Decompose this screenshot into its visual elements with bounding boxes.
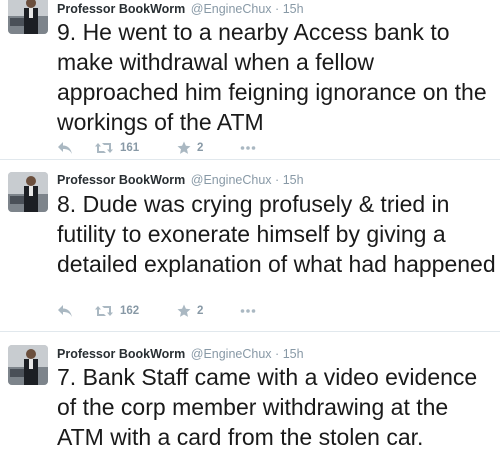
author-name[interactable]: Professor BookWorm: [57, 2, 185, 16]
author-username[interactable]: @EngineChux: [191, 173, 272, 187]
tweet-timestamp[interactable]: 15h: [283, 347, 304, 361]
avatar[interactable]: [8, 345, 48, 385]
more-options-button[interactable]: [240, 303, 256, 319]
reply-icon: [58, 305, 72, 317]
tweet-header: Professor BookWorm @EngineChux · 15h: [57, 1, 304, 17]
retweet-count: 162: [120, 305, 140, 317]
tweet-header: Professor BookWorm @EngineChux · 15h: [57, 172, 304, 188]
retweet-icon: [95, 306, 113, 316]
author-name[interactable]: Professor BookWorm: [57, 347, 185, 361]
favorite-count: 2: [197, 142, 204, 154]
more-options-button[interactable]: [240, 140, 256, 156]
avatar[interactable]: [8, 0, 48, 34]
separator-dot: ·: [275, 2, 280, 16]
reply-button[interactable]: [57, 303, 73, 319]
tweet[interactable]: Professor BookWorm @EngineChux · 15h 8. …: [0, 160, 500, 332]
retweet-icon: [95, 143, 113, 153]
tweet-text: 7. Bank Staff came with a video evidence…: [57, 364, 478, 450]
avatar[interactable]: [8, 172, 48, 212]
author-username[interactable]: @EngineChux: [191, 347, 272, 361]
separator-dot: ·: [275, 347, 280, 361]
retweet-button[interactable]: 161: [94, 140, 139, 156]
tweet-header: Professor BookWorm @EngineChux · 15h: [57, 346, 304, 362]
star-icon: [177, 141, 191, 154]
favorite-count: 2: [197, 305, 204, 317]
tweet-text: 8. Dude was crying profusely & tried in …: [57, 191, 496, 277]
retweet-count: 161: [120, 142, 140, 154]
more-icon: [240, 146, 256, 150]
separator-dot: ·: [275, 173, 280, 187]
tweet-timestamp[interactable]: 15h: [283, 2, 304, 16]
reply-button[interactable]: [57, 140, 73, 156]
author-name[interactable]: Professor BookWorm: [57, 173, 185, 187]
tweet-timestamp[interactable]: 15h: [283, 173, 304, 187]
retweet-button[interactable]: 162: [94, 303, 139, 319]
author-username[interactable]: @EngineChux: [191, 2, 272, 16]
tweet[interactable]: Professor BookWorm @EngineChux · 15h 7. …: [0, 332, 500, 450]
favorite-button[interactable]: 2: [177, 140, 203, 156]
reply-icon: [58, 142, 72, 154]
more-icon: [240, 309, 256, 313]
star-icon: [177, 304, 191, 317]
favorite-button[interactable]: 2: [177, 303, 203, 319]
tweet-text: 9. He went to a nearby Access bank to ma…: [57, 19, 487, 135]
tweet-timeline: Professor BookWorm @EngineChux · 15h 9. …: [0, 0, 500, 450]
tweet[interactable]: Professor BookWorm @EngineChux · 15h 9. …: [0, 0, 500, 160]
